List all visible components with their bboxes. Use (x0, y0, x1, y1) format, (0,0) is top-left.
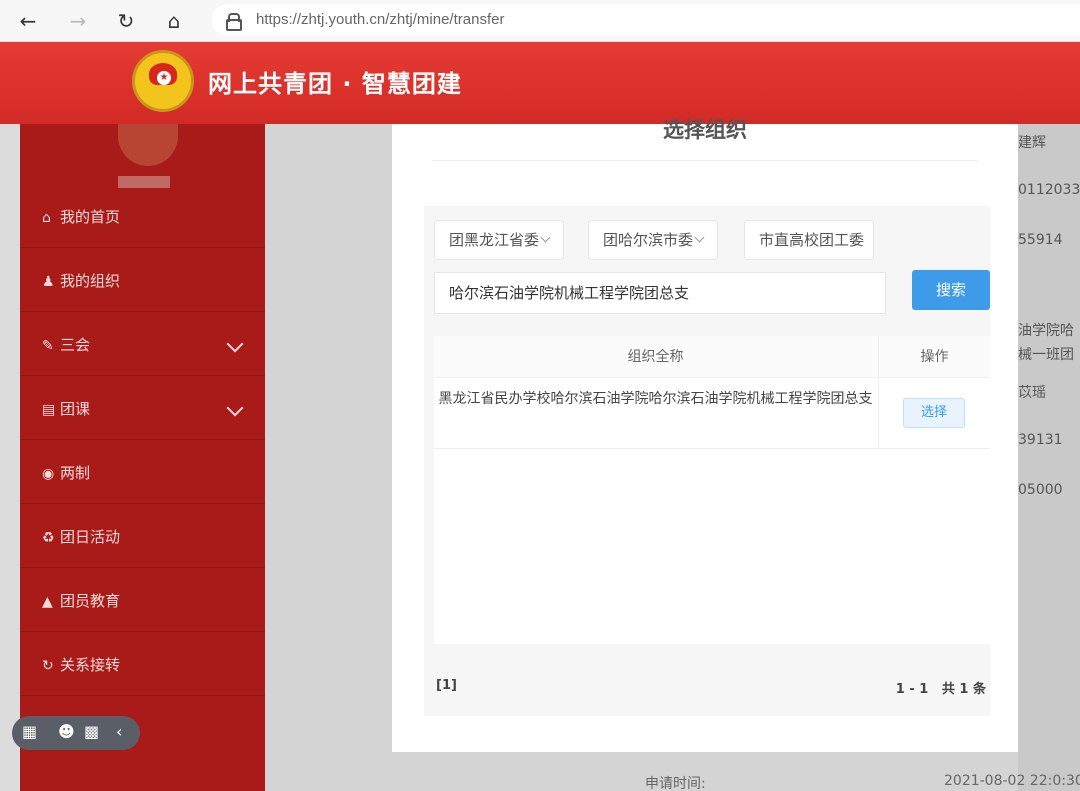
reload-icon[interactable]: ↻ (112, 7, 140, 35)
graduation-cap-icon: ▲ (42, 594, 53, 610)
search-button[interactable]: 搜索 (912, 270, 990, 310)
sidebar-item-label: 两制 (60, 464, 91, 482)
recycle-icon: ♻ (42, 530, 55, 546)
pagination-range: 1 - 1 (895, 682, 929, 697)
pagination-total: 共 1 条 (941, 682, 986, 697)
avatar (118, 124, 178, 166)
city-select[interactable]: 团哈尔滨市委 (588, 220, 718, 260)
edit-icon: ✎ (42, 338, 54, 354)
emoji-icon[interactable]: ☻ (58, 722, 75, 741)
sidebar-item-two-systems[interactable]: ◉ 两制 (20, 442, 265, 504)
province-select[interactable]: 团黑龙江省委 (434, 220, 564, 260)
target-icon: ◉ (42, 466, 55, 482)
sidebar-item-league-class[interactable]: ▤ 团课 (20, 378, 265, 440)
background-cell: 油学院哈 (1018, 323, 1074, 339)
sidebar-item-league-day[interactable]: ♻ 团日活动 (20, 506, 265, 568)
chevron-down-icon (226, 399, 244, 417)
chat-icon[interactable]: ▩ (84, 722, 99, 741)
site-header: ★ 网上共青团 · 智慧团建 (0, 42, 1080, 124)
sidebar-item-label: 团课 (60, 400, 91, 418)
organization-search-input[interactable]: 哈尔滨石油学院机械工程学院团总支 (434, 272, 886, 314)
chevron-down-icon (226, 335, 244, 353)
group-icon: ♟ (42, 274, 55, 290)
sidebar-item-home[interactable]: ⌂ 我的首页 (20, 186, 265, 248)
sidebar-item-label: 我的首页 (60, 208, 121, 226)
back-arrow-icon[interactable]: ← (14, 7, 42, 35)
refresh-icon: ↻ (42, 658, 54, 674)
sidebar-item-label: 团日活动 (60, 528, 121, 546)
home-icon: ⌂ (42, 210, 51, 226)
background-cell: 55914 (1018, 232, 1063, 248)
organization-table: 组织全称 操作 黑龙江省民办学校哈尔滨石油学院哈尔滨石油学院机械工程学院团总支 … (434, 336, 990, 644)
pagination-page[interactable]: [1] (436, 678, 457, 693)
forward-arrow-icon[interactable]: → (64, 7, 92, 35)
column-header-action: 操作 (878, 336, 990, 378)
sidebar-item-label: 团员教育 (60, 592, 121, 610)
url-text: https://zhtj.youth.cn/zhtj/mine/transfer (256, 11, 505, 28)
sidebar-item-member-education[interactable]: ▲ 团员教育 (20, 570, 265, 632)
table-cell-org-name: 黑龙江省民办学校哈尔滨石油学院哈尔滨石油学院机械工程学院团总支 (438, 391, 873, 407)
floating-toolbar: ▦ ☻ ▩ ‹ (12, 716, 140, 750)
lock-icon (226, 13, 242, 31)
site-title: 网上共青团 · 智慧团建 (208, 70, 462, 98)
district-select[interactable]: 市直高校团工委 (744, 220, 874, 260)
column-header-name: 组织全称 (434, 336, 877, 378)
chevron-down-icon (694, 232, 705, 243)
youth-league-emblem-icon: ★ (132, 50, 194, 112)
table-cell-action: 选择 (878, 378, 990, 448)
folder-icon: ▤ (42, 402, 56, 418)
apply-time-value: 2021-08-02 22:0:30 (944, 773, 1080, 789)
sidebar-item-relation-transfer[interactable]: ↻ 关系接转 (20, 634, 265, 696)
address-bar[interactable]: https://zhtj.youth.cn/zhtj/mine/transfer (212, 4, 1080, 36)
sidebar: ⌂ 我的首页 ♟ 我的组织 ✎ 三会 ▤ 团课 ◉ 两制 ♻ 团日活动 ▲ 团员教育 ↻ 关系接… (20, 124, 265, 791)
select-value: 市直高校团工委 (759, 231, 865, 249)
sidebar-item-label: 关系接转 (60, 656, 121, 674)
sidebar-item-label: 我的组织 (60, 272, 121, 290)
background-cell: 建辉 (1018, 135, 1046, 151)
select-org-button[interactable]: 选择 (903, 398, 965, 428)
background-cell: 01120331 (1018, 182, 1080, 198)
apply-time-label: 申请时间: (645, 776, 706, 791)
background-cell: 39131 (1018, 432, 1063, 448)
background-cell: 苡瑶 (1018, 385, 1046, 401)
sidebar-item-label: 三会 (60, 336, 91, 354)
select-value: 团黑龙江省委 (449, 231, 540, 249)
dialog-title: 选择组织 (663, 118, 747, 142)
pagination-summary: 1 - 1 共 1 条 (896, 678, 986, 697)
dialog-body: 团黑龙江省委 团哈尔滨市委 市直高校团工委 哈尔滨石油学院机械工程学院团总支 搜… (424, 206, 990, 716)
background-cell: 械一班团 (1018, 347, 1074, 363)
apps-icon[interactable]: ▦ (22, 722, 37, 741)
row-divider (434, 448, 990, 449)
browser-toolbar: ← → ↻ ⌂ https://zhtj.youth.cn/zhtj/mine/… (0, 0, 1080, 42)
divider (432, 160, 978, 161)
sidebar-item-three-meetings[interactable]: ✎ 三会 (20, 314, 265, 376)
background-cell: 05000 (1018, 482, 1063, 498)
chevron-down-icon (540, 232, 551, 243)
sidebar-item-my-org[interactable]: ♟ 我的组织 (20, 250, 265, 312)
select-value: 团哈尔滨市委 (603, 231, 694, 249)
select-organization-dialog: 选择组织 团黑龙江省委 团哈尔滨市委 市直高校团工委 哈尔滨石油学院机械工程学院… (392, 118, 1018, 752)
background-right-column: 建辉 01120331 55914 油学院哈 械一班团 苡瑶 39131 050… (1018, 124, 1080, 791)
home-icon[interactable]: ⌂ (160, 7, 188, 35)
collapse-chevron-icon[interactable]: ‹ (116, 722, 122, 741)
